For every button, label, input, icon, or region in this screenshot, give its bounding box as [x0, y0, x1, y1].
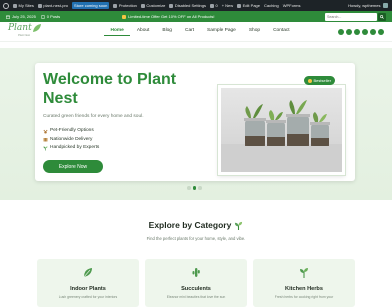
social-links: [338, 28, 384, 35]
search-button[interactable]: [378, 12, 386, 21]
search-input[interactable]: [325, 12, 377, 21]
category-subtitle: Find the perfect plants for your home, s…: [146, 236, 246, 241]
search-form: [325, 12, 386, 21]
succulent-jars-image: [221, 88, 342, 172]
site-logo[interactable]: Plant Plant Nest: [8, 23, 44, 41]
category-name: Succulents: [181, 286, 211, 292]
category-name: Indoor Plants: [70, 286, 106, 292]
nav-about[interactable]: About: [130, 28, 156, 36]
explore-now-button[interactable]: Explore Now: [43, 160, 103, 173]
site-header: Plant Plant Nest Home About Blog Cart Sa…: [0, 22, 392, 42]
nav-contact[interactable]: Contact: [267, 28, 297, 36]
slider-dot[interactable]: [198, 186, 202, 190]
main-nav: Home About Blog Cart Sample Page Shop Co…: [104, 28, 296, 36]
admin-new[interactable]: + New: [220, 3, 235, 8]
category-cards: Indoor Plants Lush greenery crafted for …: [0, 259, 392, 307]
admin-caching[interactable]: Caching: [262, 3, 281, 8]
cactus-icon: [192, 268, 200, 277]
instagram-icon[interactable]: [346, 28, 352, 35]
hero-image-frame: [218, 85, 345, 175]
document-icon: [41, 14, 45, 19]
sprout-icon: [235, 221, 243, 230]
youtube-icon[interactable]: [362, 28, 368, 35]
paw-icon: [43, 129, 48, 134]
top-info-bar: July 25, 2025 0 Posts Limited-time Offer…: [0, 11, 392, 22]
category-heading: Explore by Category: [0, 220, 392, 230]
date-display: July 25, 2025: [6, 14, 36, 19]
nav-sample-page[interactable]: Sample Page: [201, 28, 243, 36]
nav-cart[interactable]: Cart: [178, 28, 200, 36]
category-desc: Fresh herbs for cooking right from your: [274, 295, 334, 299]
plant-jars-illustration: [221, 100, 342, 172]
avatar: [383, 3, 388, 8]
admin-store-badge[interactable]: Store coming soon: [70, 2, 111, 9]
slider-dots: [187, 186, 202, 190]
sites-icon: [13, 3, 17, 8]
admin-comments[interactable]: 0: [208, 3, 220, 8]
shield-icon: [113, 3, 118, 8]
admin-user-menu[interactable]: Howdy, wpthemes: [346, 3, 392, 8]
home-icon: [37, 3, 42, 8]
twitter-icon[interactable]: [354, 28, 360, 35]
star-icon: [308, 78, 312, 83]
hero-card: Welcome to Plant Nest Curated green frie…: [35, 63, 355, 181]
feature-item: Handpicked by Experts: [43, 144, 99, 153]
admin-wpforms[interactable]: WPForms: [281, 3, 303, 8]
promo-text: Limited-time Offer Get 10% OFF on All Pr…: [122, 14, 215, 19]
comment-icon: [209, 3, 214, 8]
pinterest-icon[interactable]: [370, 28, 376, 35]
search-icon: [380, 14, 384, 19]
settings-icon: [169, 3, 174, 8]
facebook-icon[interactable]: [338, 28, 344, 35]
brush-icon: [140, 3, 145, 8]
nav-shop[interactable]: Shop: [242, 28, 266, 36]
admin-protection[interactable]: Protection: [111, 3, 139, 8]
feature-item: Nationwide Delivery: [43, 136, 99, 145]
feature-list: Pet-Friendly Options Nationwide Delivery…: [43, 127, 99, 153]
herb-sprout-icon: [300, 268, 308, 278]
admin-site-name[interactable]: plant-nest-pro: [36, 3, 70, 8]
admin-edit-page[interactable]: Edit Page: [235, 3, 262, 8]
hero-section: Welcome to Plant Nest Curated green frie…: [0, 48, 392, 200]
package-icon: [43, 138, 48, 142]
posts-count[interactable]: 0 Posts: [41, 14, 60, 19]
admin-disabled-settings[interactable]: Disabled Settings: [167, 3, 208, 8]
admin-customize[interactable]: Customize: [139, 3, 167, 8]
whatsapp-icon[interactable]: [378, 28, 384, 35]
gift-icon: [122, 14, 127, 19]
nav-blog[interactable]: Blog: [156, 28, 179, 36]
hero-subtitle: Curated green friends for every home and…: [43, 114, 144, 119]
category-desc: Lush greenery crafted for your interiors: [58, 295, 118, 299]
seedling-icon: [43, 146, 48, 151]
category-desc: Eleanor mini beauties that love the sun: [166, 295, 226, 299]
wordpress-icon[interactable]: [3, 2, 9, 9]
nav-home[interactable]: Home: [104, 28, 131, 36]
pencil-icon: [237, 3, 242, 8]
slider-dot[interactable]: [187, 186, 191, 190]
bestseller-badge: Bestseller: [304, 76, 336, 85]
hero-title: Welcome to Plant Nest: [43, 71, 177, 107]
admin-my-sites[interactable]: My Sites: [11, 3, 36, 8]
leaf-icon: [83, 268, 92, 278]
slider-dot-active[interactable]: [192, 186, 196, 190]
category-name: Kitchen Herbs: [285, 286, 323, 292]
admin-bar: My Sites plant-nest-pro Store coming soo…: [0, 0, 392, 11]
leaf-logo-icon: [33, 23, 41, 32]
calendar-icon: [6, 15, 10, 19]
feature-item: Pet-Friendly Options: [43, 127, 99, 136]
